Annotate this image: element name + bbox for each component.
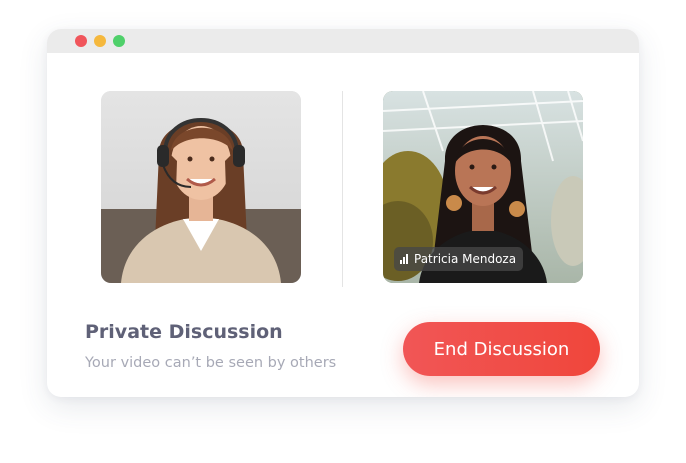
close-window-button[interactable] <box>75 35 87 47</box>
tile-divider <box>342 91 343 287</box>
end-discussion-button[interactable]: End Discussion <box>403 322 600 376</box>
participant-name: Patricia Mendoza <box>414 252 517 266</box>
window-titlebar <box>47 29 639 53</box>
video-call-window: Patricia Mendoza Private Discussion Your… <box>47 29 639 397</box>
maximize-window-button[interactable] <box>113 35 125 47</box>
self-video-tile <box>101 91 301 283</box>
discussion-title: Private Discussion <box>85 321 283 343</box>
minimize-window-button[interactable] <box>94 35 106 47</box>
discussion-subtitle: Your video can’t be seen by others <box>85 355 337 371</box>
signal-bars-icon <box>400 254 408 264</box>
participant-name-tag: Patricia Mendoza <box>394 247 524 271</box>
self-video-image <box>101 91 301 283</box>
